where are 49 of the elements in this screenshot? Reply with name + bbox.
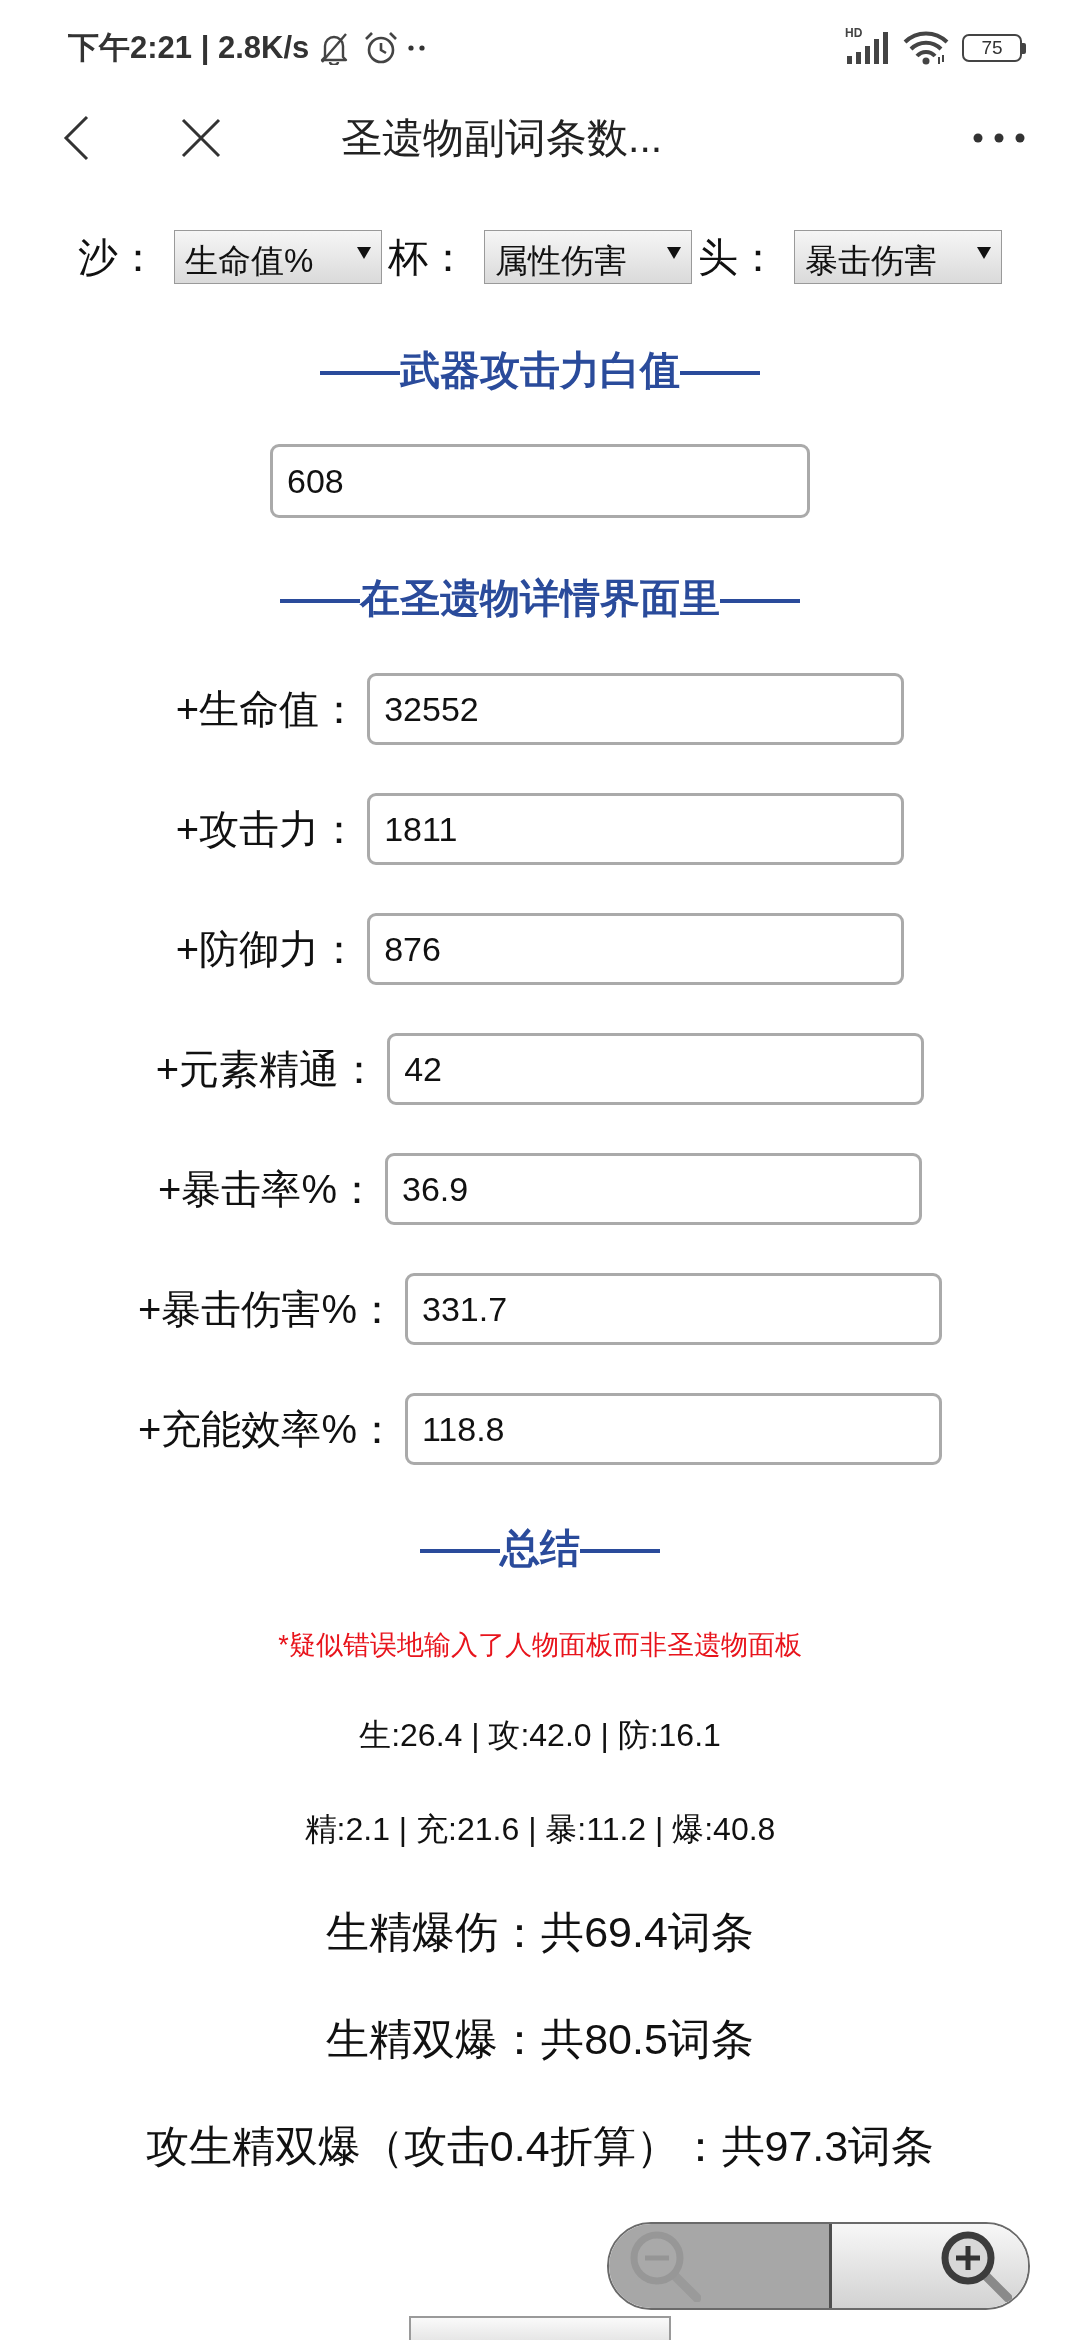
network-type-label: HD [845,27,863,39]
stat-line: 精:2.1 | 充:21.6 | 暴:11.2 | 爆:40.8 [304,1810,776,1849]
caret-icon [667,247,681,259]
page-button[interactable] [409,2316,671,2340]
warning-text: *疑似错误地输入了人物面板而非圣遗物面板 [278,1629,802,1662]
stat-line: 生:26.4 | 攻:42.0 | 防:16.1 [359,1716,721,1755]
dropdown[interactable]: 属性伤害 [484,230,692,284]
input-field[interactable]: 32552 [367,673,905,745]
back-button[interactable] [63,115,89,161]
zoom-out-icon [629,2230,701,2302]
field-label: +暴击率%： [158,1165,377,1213]
section-heading: ——在圣遗物详情界面里—— [280,575,800,622]
field-label: +充能效率%： [138,1405,397,1453]
field-label: +元素精通： [155,1045,380,1093]
wifi-icon [903,31,949,65]
input-field[interactable]: 331.7 [404,1273,942,1345]
input-field[interactable]: 36.9 [384,1153,922,1225]
field-label: +生命值： [175,685,360,733]
total-line: 攻生精双爆（攻击0.4折算）：共97.3词条 [145,2121,935,2172]
chevron-left-icon [63,115,89,161]
section-heading: ——武器攻击力白值—— [320,347,760,394]
caret-icon [357,247,371,259]
zoom-in-icon [940,2230,1012,2302]
field-label: +防御力： [175,925,360,973]
input-field[interactable]: 876 [367,913,905,985]
dropdown-label: 头： [698,233,778,281]
input-field[interactable]: 608 [270,444,810,518]
caret-icon [977,247,991,259]
total-line: 生精双爆：共80.5词条 [326,2014,754,2065]
more-button[interactable] [973,133,1025,143]
page-title: 圣遗物副词条数... [341,113,663,163]
notification-dots-icon [408,45,427,51]
zoom-in-button[interactable] [829,2224,1028,2308]
input-field[interactable]: 1811 [367,793,905,865]
section-heading: ——总结—— [420,1525,660,1572]
dropdown[interactable]: 暴击伤害 [794,230,1002,284]
status-time-speed: 下午2:21 | 2.8K/s [68,29,310,67]
dropdown-label: 杯： [388,233,468,281]
field-label: +暴击伤害%： [138,1285,397,1333]
input-field[interactable]: 118.8 [404,1393,942,1465]
muted-bell-icon [319,31,350,65]
more-icon [973,133,1025,143]
close-button[interactable] [181,118,221,158]
input-field[interactable]: 42 [387,1033,925,1105]
total-line: 生精爆伤：共69.4词条 [326,1907,754,1958]
close-icon [181,118,221,158]
field-label: +攻击力： [175,805,360,853]
dropdown[interactable]: 生命值% [174,230,382,284]
dropdown-label: 沙： [78,233,158,281]
